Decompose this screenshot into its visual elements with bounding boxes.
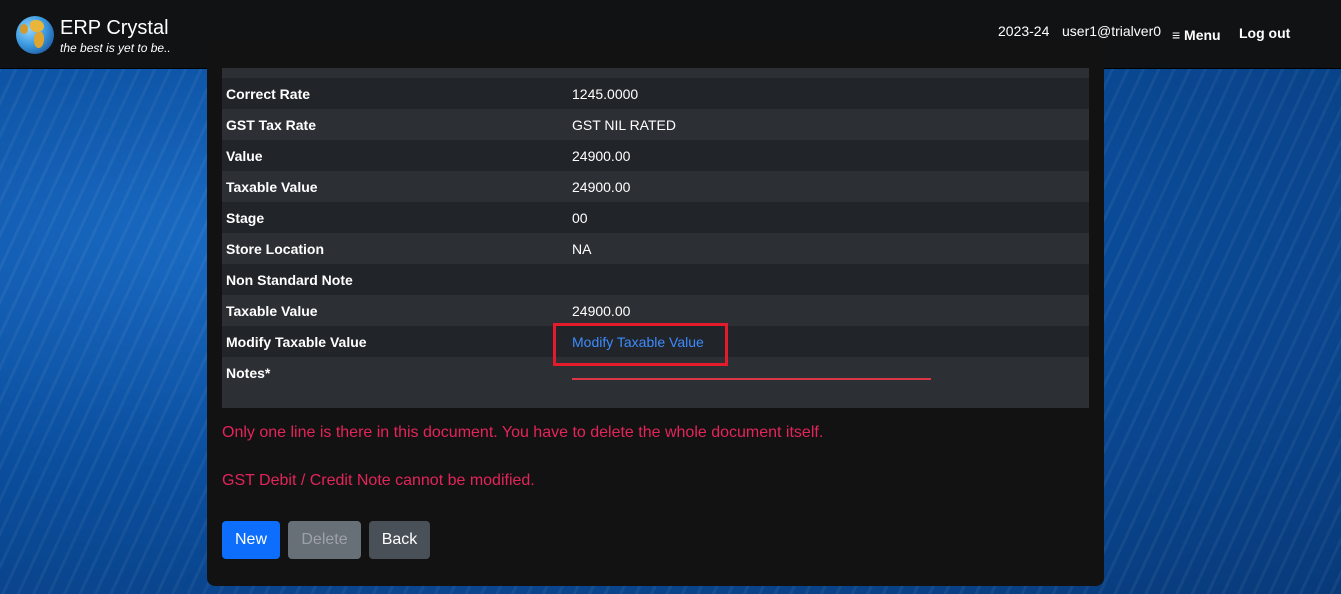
row-label: Stage — [222, 202, 568, 233]
row-value: GST NIL RATED — [568, 109, 1089, 140]
document-panel: Correct Rate 1245.0000 GST Tax Rate GST … — [207, 40, 1104, 586]
table-row: GST Tax Rate GST NIL RATED — [222, 109, 1089, 140]
table-row: Non Standard Note — [222, 264, 1089, 295]
table-row: Value 24900.00 — [222, 140, 1089, 171]
row-label: Non Standard Note — [222, 264, 568, 295]
row-label: GST Tax Rate — [222, 109, 568, 140]
logout-link[interactable]: Log out — [1239, 25, 1290, 41]
highlight-box — [553, 323, 728, 366]
new-button[interactable]: New — [222, 521, 280, 559]
row-value: 00 — [568, 202, 1089, 233]
globe-logo-icon[interactable] — [16, 16, 54, 54]
table-row: Stage 00 — [222, 202, 1089, 233]
row-label: Taxable Value — [222, 171, 568, 202]
row-label: Taxable Value — [222, 295, 568, 326]
row-value: 24900.00 — [568, 295, 1089, 326]
row-label: Notes* — [222, 357, 568, 408]
row-value: NA — [568, 233, 1089, 264]
table-row: Correct Rate 1245.0000 — [222, 78, 1089, 109]
row-value: 24900.00 — [568, 171, 1089, 202]
table-row: Taxable Value 24900.00 — [222, 171, 1089, 202]
table-row — [222, 68, 1089, 78]
table-row: Taxable Value 24900.00 — [222, 295, 1089, 326]
table-row: Store Location NA — [222, 233, 1089, 264]
delete-button[interactable]: Delete — [288, 521, 361, 559]
row-label: Store Location — [222, 233, 568, 264]
error-message-gst-note: GST Debit / Credit Note cannot be modifi… — [222, 472, 535, 489]
notes-input[interactable] — [572, 378, 931, 380]
app-title[interactable]: ERP Crystal — [60, 17, 169, 40]
row-label: Value — [222, 140, 568, 171]
fiscal-year-link[interactable]: 2023-24 — [998, 23, 1049, 39]
row-label: Correct Rate — [222, 78, 568, 109]
app-tagline: the best is yet to be.. — [60, 41, 171, 55]
menu-button[interactable]: ≡ Menu — [1172, 27, 1221, 43]
back-button[interactable]: Back — [369, 521, 430, 559]
row-value — [568, 264, 1089, 295]
row-value: 24900.00 — [568, 140, 1089, 171]
error-message-single-line: Only one line is there in this document.… — [222, 424, 824, 441]
user-account-link[interactable]: user1@trialver0 — [1062, 23, 1161, 39]
row-label: Modify Taxable Value — [222, 326, 568, 357]
row-value: 1245.0000 — [568, 78, 1089, 109]
